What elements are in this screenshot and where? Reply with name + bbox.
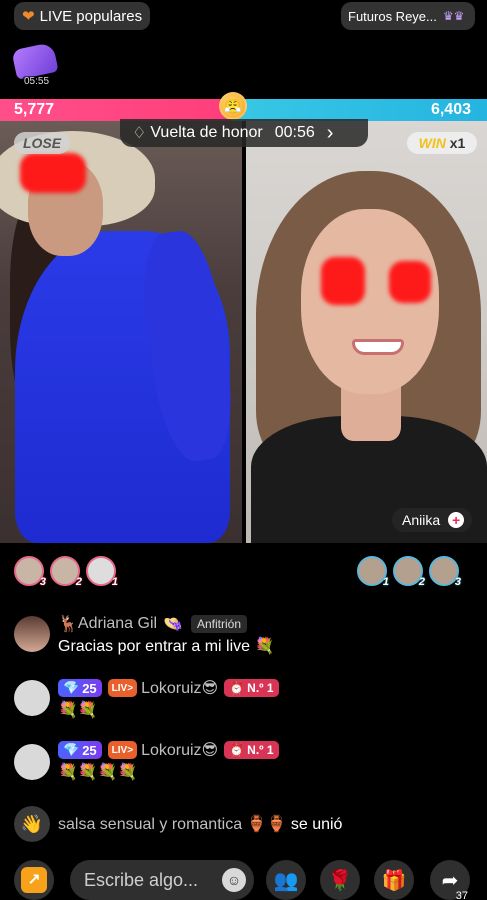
guests-button[interactable]: 👥 <box>266 860 306 900</box>
right-supporters: 1 2 3 <box>357 556 465 588</box>
diamond-icon: 💎 <box>63 742 80 757</box>
supporter-rank: 1 <box>111 576 118 588</box>
avatar[interactable] <box>14 680 50 716</box>
message-header: 💎 25 LIV> Lokoruiz😎 ⏰ N.º 1 <box>58 740 279 760</box>
diamond-icon: ♢ <box>132 125 147 142</box>
honor-lap-banner[interactable]: ♢ Vuelta de honor 00:56 › <box>120 119 368 147</box>
left-score: 5,777 <box>0 99 232 121</box>
quick-share-button[interactable]: ↗ <box>14 860 54 900</box>
live-badge: LIV> <box>107 741 138 759</box>
chat-username[interactable]: Adriana Gil <box>78 615 157 633</box>
gift-button[interactable]: 🎁 <box>374 860 414 900</box>
win-label: WIN <box>418 135 446 151</box>
honor-timer: 00:56 <box>274 124 315 141</box>
level-value: 25 <box>82 680 97 696</box>
supporter-avatar[interactable]: 2 <box>50 556 82 588</box>
host-badge: Anfitrión <box>191 615 248 633</box>
join-username[interactable]: salsa sensual y romantica <box>58 816 242 833</box>
right-redaction-2 <box>389 261 431 303</box>
avatar[interactable] <box>14 616 50 652</box>
left-supporters: 3 2 1 <box>14 556 122 588</box>
rank-badge: ⏰ N.º 1 <box>224 741 279 759</box>
crown-icon: ♛♛ <box>442 9 465 23</box>
gift-image-icon <box>11 41 59 81</box>
chat-username[interactable]: Lokoruiz😎 <box>141 678 218 698</box>
supporter-rank: 2 <box>418 576 425 588</box>
top-bar: ❤ LIVE populares Futuros Reye... ♛♛ <box>0 0 487 40</box>
battle-emoji-icon: 😤 <box>219 92 247 120</box>
lose-badge: LOSE <box>14 132 70 154</box>
share-button[interactable]: ➦ 37 <box>430 860 470 900</box>
people-icon: 👥 <box>273 869 299 892</box>
join-suffix: se unió <box>290 816 343 833</box>
message-header: 💎 25 LIV> Lokoruiz😎 ⏰ N.º 1 <box>58 678 279 698</box>
live-badge: LIV> <box>107 679 138 697</box>
gift-badge[interactable]: 05:55 <box>11 41 59 88</box>
supporter-rank: 2 <box>75 576 82 588</box>
level-badge: 💎 25 <box>58 679 102 697</box>
future-kings-button[interactable]: Futuros Reye... ♛♛ <box>341 2 475 30</box>
right-score: 6,403 <box>232 99 487 121</box>
rose-gift-button[interactable]: 🌹 <box>320 860 360 900</box>
vase-icon: 🏺🏺 <box>246 816 291 833</box>
join-text: salsa sensual y romantica 🏺🏺 se unió <box>58 814 342 834</box>
comment-input[interactable]: Escribe algo... ☺ <box>70 860 254 900</box>
emoji-icon[interactable]: ☺ <box>222 868 246 892</box>
right-streamer-tag[interactable]: Aniika + <box>392 508 472 532</box>
live-popular-button[interactable]: ❤ LIVE populares <box>14 2 150 30</box>
clock-icon: ⏰ <box>229 743 245 757</box>
chat-username[interactable]: Lokoruiz😎 <box>141 740 218 760</box>
rank-badge: ⏰ N.º 1 <box>224 679 279 697</box>
join-notification: 👋 salsa sensual y romantica 🏺🏺 se unió <box>0 806 487 842</box>
comment-placeholder: Escribe algo... <box>84 869 199 890</box>
right-redaction-1 <box>321 257 365 305</box>
supporter-rank: 3 <box>39 576 46 588</box>
level-badge: 💎 25 <box>58 741 102 759</box>
message-header: 🦌 Adriana Gil 👒 Anfitrión <box>58 614 248 634</box>
rank-value: N.º 1 <box>247 681 274 695</box>
win-badge: WIN x1 <box>407 132 477 154</box>
gift-timer: 05:55 <box>22 76 52 87</box>
arrow-up-right-icon: ↗ <box>21 867 47 893</box>
rose-icon: 🌹 <box>327 869 353 892</box>
right-mouth-shape <box>352 339 404 355</box>
diamond-icon: 💎 <box>63 680 80 695</box>
wave-icon: 👋 <box>14 806 50 842</box>
live-popular-label: LIVE populares <box>39 7 143 25</box>
supporter-rank: 1 <box>382 576 389 588</box>
supporter-rank: 3 <box>454 576 461 588</box>
bottom-bar: ↗ Escribe algo... ☺ 👥 🌹 🎁 ➦ 37 <box>0 856 487 900</box>
right-video-stream[interactable] <box>246 121 487 543</box>
share-arrow-icon: ➦ <box>441 869 459 892</box>
supporter-avatar[interactable]: 1 <box>86 556 118 588</box>
future-kings-label: Futuros Reye... <box>348 8 437 24</box>
gift-icon: 🎁 <box>381 869 407 892</box>
supporter-avatar[interactable]: 3 <box>14 556 46 588</box>
honor-label: Vuelta de honor <box>150 124 263 141</box>
supporter-avatar[interactable]: 2 <box>393 556 425 588</box>
leaf-icon: 🦌 <box>58 616 78 633</box>
rank-value: N.º 1 <box>247 743 274 757</box>
left-redaction <box>20 153 86 193</box>
left-video-stream[interactable] <box>0 121 242 543</box>
hat-icon: 👒 <box>163 616 183 633</box>
right-streamer-name: Aniika <box>402 512 441 528</box>
heart-icon: ❤ <box>22 8 35 25</box>
level-value: 25 <box>82 742 97 758</box>
supporter-avatar[interactable]: 3 <box>429 556 461 588</box>
chat-text: 💐💐💐💐 <box>58 764 138 781</box>
avatar[interactable] <box>14 744 50 780</box>
clock-icon: ⏰ <box>229 681 245 695</box>
supporter-avatar[interactable]: 1 <box>357 556 389 588</box>
follow-plus-icon[interactable]: + <box>448 512 465 528</box>
share-count: 37 <box>455 890 468 900</box>
chat-text: Gracias por entrar a mi live 💐 <box>58 638 275 655</box>
chat-text: 💐💐 <box>58 702 98 719</box>
win-multiplier: x1 <box>449 135 466 151</box>
chevron-right-icon: › <box>326 121 334 144</box>
